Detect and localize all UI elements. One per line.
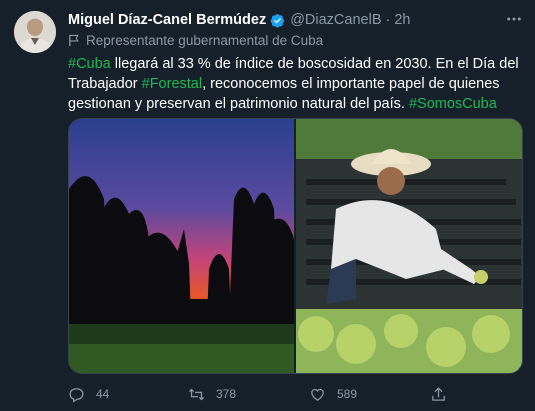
tweet-header: Miguel Díaz-Canel Bermúdez @DiazCanelB ·… bbox=[68, 10, 525, 30]
hashtag-somoscuba[interactable]: #SomosCuba bbox=[409, 96, 497, 112]
government-label: Representante gubernamental de Cuba bbox=[68, 33, 323, 48]
share-button[interactable] bbox=[430, 386, 458, 403]
share-icon bbox=[432, 386, 445, 401]
more-dots-icon[interactable] bbox=[505, 10, 523, 31]
author-handle[interactable]: @DiazCanelB bbox=[290, 12, 381, 28]
retweet-icon bbox=[188, 388, 205, 400]
separator-dot: · bbox=[385, 12, 391, 28]
verified-badge-icon bbox=[270, 13, 285, 27]
reply-button[interactable]: 44 bbox=[68, 386, 109, 403]
hashtag-forestal[interactable]: #Forestal bbox=[142, 76, 202, 92]
sunset-forest-photo[interactable] bbox=[69, 119, 294, 373]
retweet-button[interactable]: 378 bbox=[188, 386, 236, 403]
reply-icon bbox=[69, 387, 84, 403]
government-flag-icon bbox=[69, 34, 79, 47]
tweet-media bbox=[68, 118, 523, 374]
like-count: 589 bbox=[337, 387, 358, 401]
forest-worker-photo[interactable] bbox=[296, 119, 522, 373]
reply-count: 44 bbox=[96, 387, 110, 401]
tweet-actions: 44 378 589 bbox=[68, 384, 468, 404]
heart-icon bbox=[311, 388, 324, 401]
author-name[interactable]: Miguel Díaz-Canel Bermúdez bbox=[68, 12, 266, 28]
government-label-text: Representante gubernamental de Cuba bbox=[86, 33, 324, 48]
like-button[interactable]: 589 bbox=[309, 386, 357, 403]
tweet-timestamp[interactable]: 2h bbox=[394, 12, 410, 28]
retweet-count: 378 bbox=[216, 387, 237, 401]
tweet-text: #Cuba llegará al 33 % de índice de bosco… bbox=[68, 54, 523, 114]
author-avatar[interactable] bbox=[14, 11, 56, 53]
hashtag-cuba[interactable]: #Cuba bbox=[68, 56, 111, 72]
